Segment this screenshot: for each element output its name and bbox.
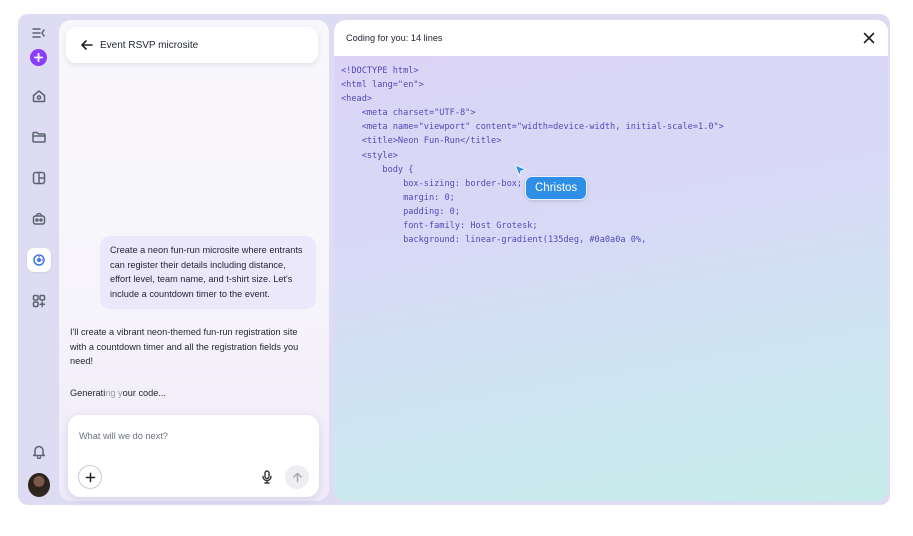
code-block: <!DOCTYPE html> <html lang="en"> <head> … xyxy=(341,64,724,247)
send-button[interactable] xyxy=(285,465,309,489)
code-line: box-sizing: border-box; xyxy=(341,178,523,189)
code-editor[interactable]: <!DOCTYPE html> <html lang="en"> <head> … xyxy=(334,56,888,501)
code-line: font-family: Host Grotesk; xyxy=(341,221,538,232)
brand-icon[interactable] xyxy=(28,208,50,230)
templates-icon[interactable] xyxy=(28,167,50,189)
sidebar-rail xyxy=(18,14,58,505)
microphone-button[interactable] xyxy=(260,469,274,485)
generating-text-end: our code... xyxy=(122,388,167,398)
code-line: <head> xyxy=(341,94,373,105)
app-window: Event RSVP microsite Create a neon fun-r… xyxy=(18,14,890,505)
message-composer xyxy=(68,415,319,497)
code-line: <html lang="en"> xyxy=(341,80,424,91)
back-arrow-icon[interactable] xyxy=(81,39,93,51)
close-icon[interactable] xyxy=(863,32,875,44)
collapse-sidebar-icon[interactable] xyxy=(28,22,50,44)
code-line: <style> xyxy=(341,150,398,161)
folder-icon[interactable] xyxy=(28,126,50,148)
generating-status: Generating your code... xyxy=(70,388,166,398)
avatar[interactable] xyxy=(28,473,50,497)
chat-panel: Event RSVP microsite Create a neon fun-r… xyxy=(59,20,329,501)
code-header: Coding for you: 14 lines xyxy=(334,20,888,56)
generating-text-faded: ng y xyxy=(105,388,123,398)
plus-icon xyxy=(85,472,95,482)
code-line: padding: 0; xyxy=(341,206,460,217)
assistant-message: I'll create a vibrant neon-themed fun-ru… xyxy=(70,327,299,366)
code-line: <meta name="viewport" content="width=dev… xyxy=(341,122,724,133)
user-message: Create a neon fun-run microsite where en… xyxy=(100,236,316,309)
code-panel-title: Coding for you: 14 lines xyxy=(346,33,443,43)
add-attachment-button[interactable] xyxy=(78,465,102,489)
message-input[interactable] xyxy=(79,429,299,443)
code-panel: Coding for you: 14 lines <!DOCTYPE html>… xyxy=(334,20,888,501)
chat-header: Event RSVP microsite xyxy=(66,27,318,63)
generating-text-start: Generati xyxy=(70,388,106,398)
code-line: margin: 0; xyxy=(341,192,455,203)
code-line: background: linear-gradient(135deg, #0a0… xyxy=(341,235,647,246)
code-line: <meta charset="UTF-8"> xyxy=(341,108,476,119)
arrow-up-icon xyxy=(292,472,302,482)
collaborator-cursor-icon xyxy=(514,164,528,178)
ai-code-icon[interactable] xyxy=(27,248,51,272)
chat-title: Event RSVP microsite xyxy=(100,39,199,51)
code-line: <!DOCTYPE html> xyxy=(341,66,419,76)
microphone-icon xyxy=(262,470,272,484)
home-icon[interactable] xyxy=(28,85,50,107)
code-line: body { xyxy=(341,164,414,175)
code-line: <title>Neon Fun-Run</title> xyxy=(341,136,502,147)
apps-icon[interactable] xyxy=(28,290,50,312)
bell-icon[interactable] xyxy=(28,440,50,462)
plus-icon[interactable] xyxy=(30,49,47,66)
collaborator-name-label: Christos xyxy=(525,176,588,200)
